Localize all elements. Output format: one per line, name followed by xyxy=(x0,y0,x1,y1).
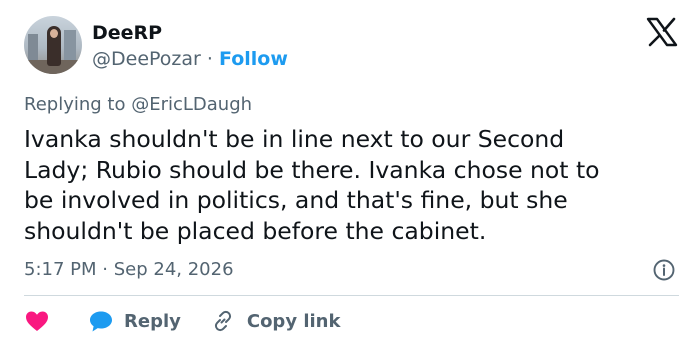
x-logo-icon[interactable] xyxy=(646,16,678,48)
replying-to-handle[interactable]: @EricLDaugh xyxy=(131,94,252,115)
timestamp-separator: · xyxy=(102,259,108,280)
replying-to-label: Replying to xyxy=(24,94,126,115)
follow-button[interactable]: Follow xyxy=(219,48,288,70)
tweet-text: Ivanka shouldn't be in line next to our … xyxy=(24,125,600,245)
tweet-date: Sep 24, 2026 xyxy=(113,259,234,280)
author-handle[interactable]: @DeePozar xyxy=(92,48,201,70)
author-handle-row: @DeePozar · Follow xyxy=(92,47,288,71)
reply-label: Reply xyxy=(124,310,181,332)
tweet-timestamp[interactable]: 5:17 PM · Sep 24, 2026 xyxy=(24,258,234,282)
reply-button[interactable]: Reply xyxy=(88,309,181,333)
tweet-time: 5:17 PM xyxy=(24,259,97,280)
avatar-building xyxy=(64,30,76,64)
copy-link-button[interactable]: Copy link xyxy=(211,309,341,333)
avatar-face xyxy=(50,29,58,38)
info-icon[interactable] xyxy=(652,258,676,282)
author-name[interactable]: DeeRP xyxy=(92,21,162,45)
replying-to: Replying to @EricLDaugh xyxy=(24,93,252,117)
handle-separator: · xyxy=(206,48,213,70)
divider xyxy=(24,295,679,296)
copy-link-label: Copy link xyxy=(246,310,341,332)
link-icon xyxy=(214,310,231,332)
heart-icon[interactable] xyxy=(24,309,50,333)
avatar[interactable] xyxy=(24,16,82,74)
speech-bubble-icon xyxy=(90,311,112,332)
action-bar: Reply Copy link xyxy=(24,305,340,337)
